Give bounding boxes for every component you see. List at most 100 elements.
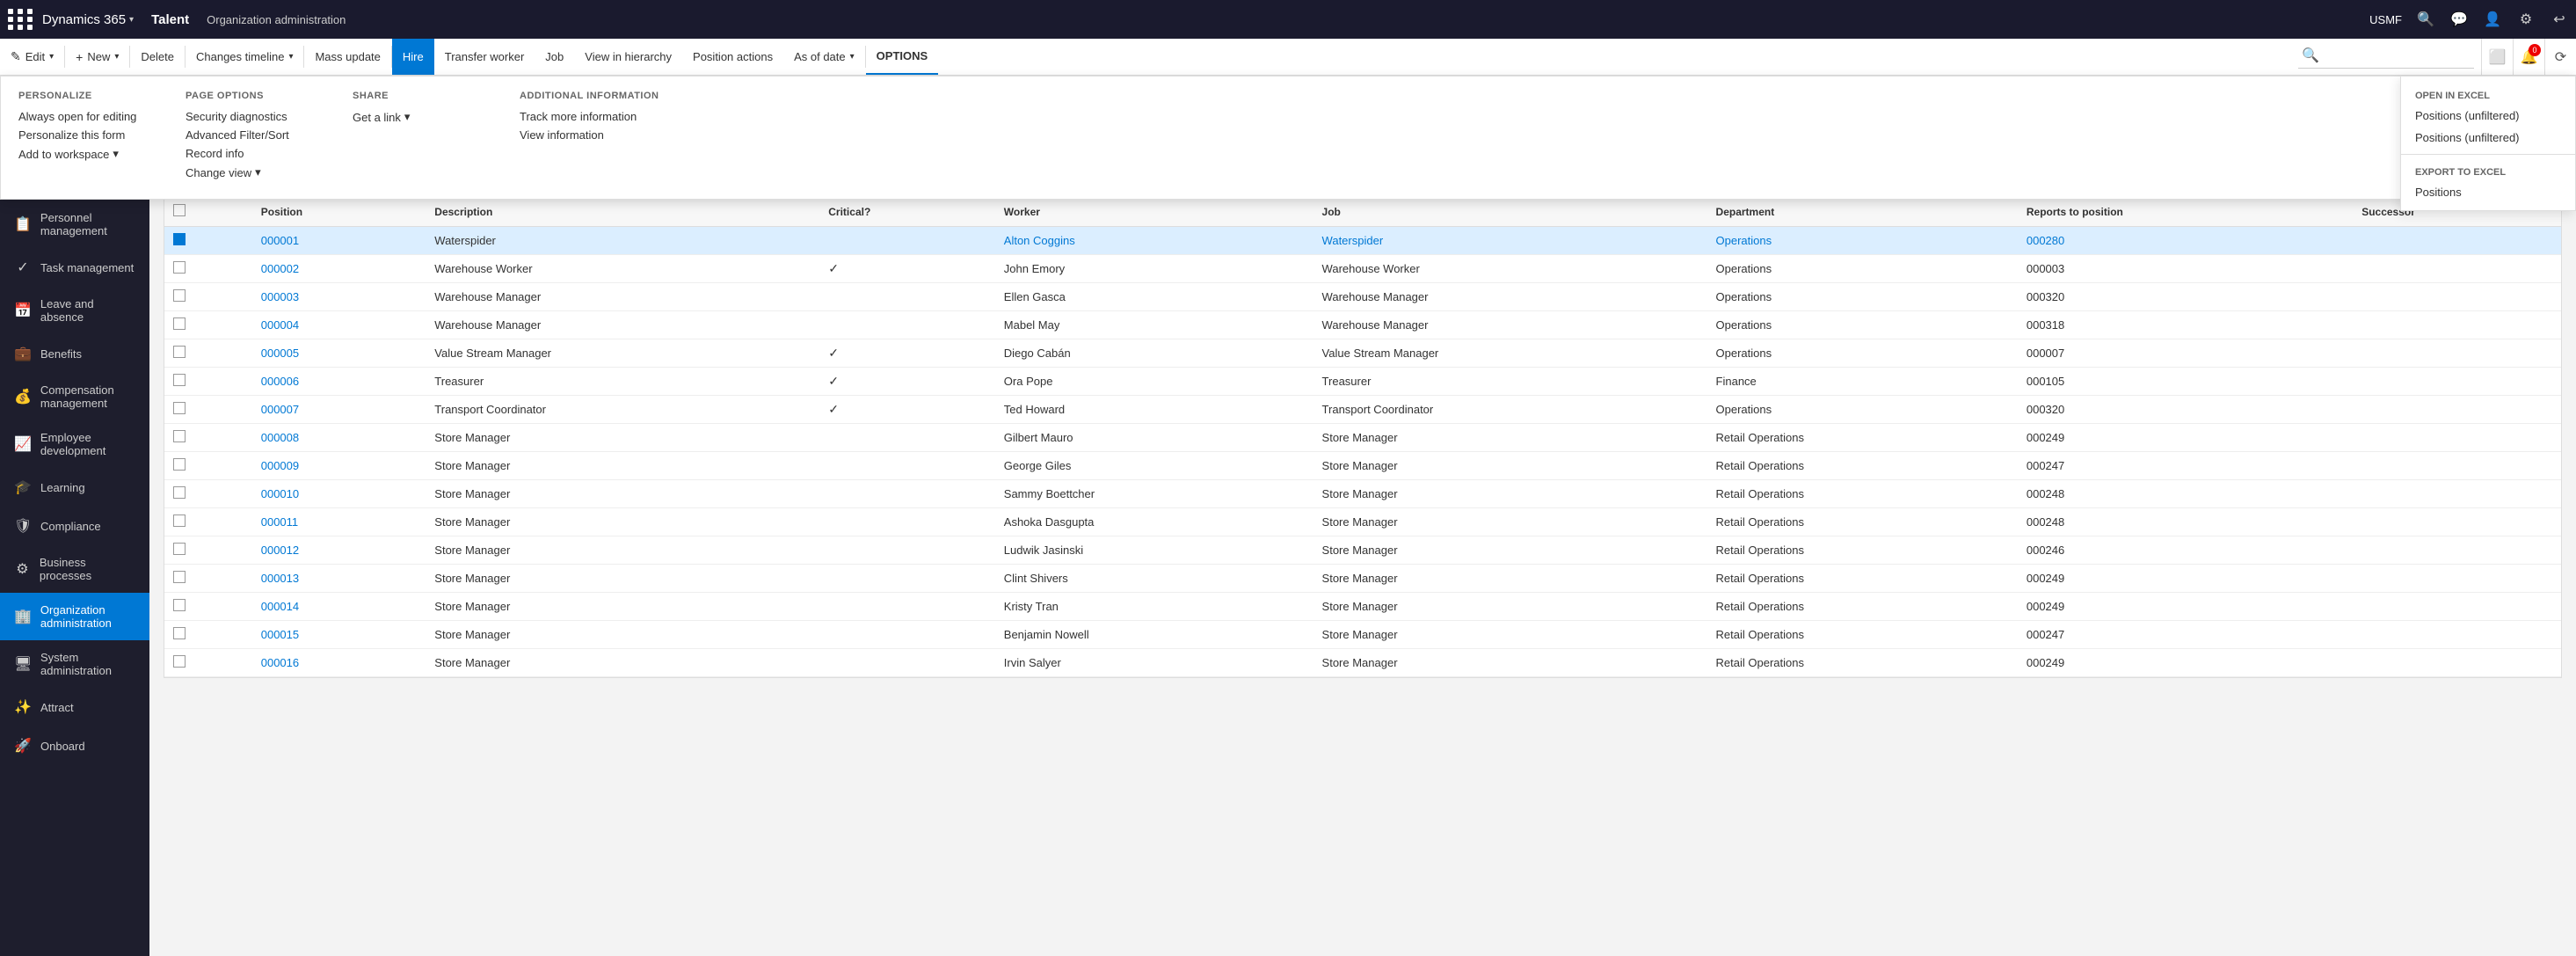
position-id-000008[interactable]: 000008	[252, 424, 426, 452]
job-button[interactable]: Job	[535, 39, 574, 75]
position-id-000013[interactable]: 000013	[252, 565, 426, 593]
department-000006[interactable]: Finance	[1707, 368, 2018, 396]
worker-000006[interactable]: Ora Pope	[995, 368, 1313, 396]
row-check-000005[interactable]	[164, 339, 252, 368]
sidebar-item-onboard[interactable]: 🚀 Onboard	[0, 726, 149, 765]
reports-to-000015[interactable]: 000247	[2018, 621, 2353, 649]
department-000008[interactable]: Retail Operations	[1707, 424, 2018, 452]
position-id-000004[interactable]: 000004	[252, 311, 426, 339]
settings-icon-nav[interactable]: ⚙	[2516, 10, 2536, 29]
mass-update-button[interactable]: Mass update	[304, 39, 390, 75]
position-header[interactable]: Position	[252, 197, 426, 227]
job-header[interactable]: Job	[1313, 197, 1707, 227]
select-all-checkbox[interactable]	[173, 204, 186, 216]
worker-000005[interactable]: Diego Cabán	[995, 339, 1313, 368]
row-check-000004[interactable]	[164, 311, 252, 339]
department-000015[interactable]: Retail Operations	[1707, 621, 2018, 649]
position-id-000015[interactable]: 000015	[252, 621, 426, 649]
worker-000007[interactable]: Ted Howard	[995, 396, 1313, 424]
changes-timeline-button[interactable]: Changes timeline ▾	[186, 39, 303, 75]
worker-000002[interactable]: John Emory	[995, 255, 1313, 283]
edit-button[interactable]: ✎ Edit ▾	[0, 39, 64, 75]
department-000012[interactable]: Retail Operations	[1707, 536, 2018, 565]
critical-header[interactable]: Critical?	[819, 197, 995, 227]
view-information-item[interactable]: View information	[520, 128, 659, 142]
job-000012[interactable]: Store Manager	[1313, 536, 1707, 565]
reports-to-000010[interactable]: 000248	[2018, 480, 2353, 508]
department-000010[interactable]: Retail Operations	[1707, 480, 2018, 508]
export-positions[interactable]: Positions	[2401, 181, 2575, 203]
row-check-000001[interactable]	[164, 227, 252, 255]
restore-icon[interactable]: ⟳	[2544, 39, 2576, 76]
job-000011[interactable]: Store Manager	[1313, 508, 1707, 536]
description-header[interactable]: Description	[426, 197, 819, 227]
reports-to-000007[interactable]: 000320	[2018, 396, 2353, 424]
reports-to-000004[interactable]: 000318	[2018, 311, 2353, 339]
job-000010[interactable]: Store Manager	[1313, 480, 1707, 508]
row-check-000009[interactable]	[164, 452, 252, 480]
brand-chevron[interactable]: ▾	[129, 15, 134, 25]
job-000002[interactable]: Warehouse Worker	[1313, 255, 1707, 283]
position-id-000007[interactable]: 000007	[252, 396, 426, 424]
department-000011[interactable]: Retail Operations	[1707, 508, 2018, 536]
office-icon[interactable]: ⬜	[2481, 39, 2513, 76]
position-id-000002[interactable]: 000002	[252, 255, 426, 283]
position-id-000005[interactable]: 000005	[252, 339, 426, 368]
add-workspace-item[interactable]: Add to workspace ▾	[18, 147, 150, 161]
job-000004[interactable]: Warehouse Manager	[1313, 311, 1707, 339]
chat-icon[interactable]: 💬	[2449, 10, 2469, 29]
sidebar-item-employee-dev[interactable]: 📈 Employee development	[0, 420, 149, 468]
new-button[interactable]: + New ▾	[65, 39, 129, 75]
reports-to-000002[interactable]: 000003	[2018, 255, 2353, 283]
job-000001[interactable]: Waterspider	[1313, 227, 1707, 255]
job-000009[interactable]: Store Manager	[1313, 452, 1707, 480]
reports-to-000005[interactable]: 000007	[2018, 339, 2353, 368]
sidebar-item-compliance[interactable]: 🛡 Compliance	[0, 507, 149, 545]
position-id-000012[interactable]: 000012	[252, 536, 426, 565]
department-000003[interactable]: Operations	[1707, 283, 2018, 311]
reports-to-000012[interactable]: 000246	[2018, 536, 2353, 565]
apps-icon[interactable]	[7, 5, 35, 33]
position-id-000009[interactable]: 000009	[252, 452, 426, 480]
row-check-000003[interactable]	[164, 283, 252, 311]
always-open-item[interactable]: Always open for editing	[18, 110, 150, 123]
row-check-000015[interactable]	[164, 621, 252, 649]
position-id-000010[interactable]: 000010	[252, 480, 426, 508]
sidebar-item-personnel-management[interactable]: 📋 Personnel management	[0, 201, 149, 248]
options-button[interactable]: OPTIONS	[866, 39, 939, 75]
department-000009[interactable]: Retail Operations	[1707, 452, 2018, 480]
transfer-worker-button[interactable]: Transfer worker	[434, 39, 535, 75]
sidebar-item-org-admin[interactable]: 🏢 Organization administration	[0, 593, 149, 640]
record-info-item[interactable]: Record info	[186, 147, 317, 160]
job-000016[interactable]: Store Manager	[1313, 649, 1707, 677]
reports-to-000013[interactable]: 000249	[2018, 565, 2353, 593]
row-check-000002[interactable]	[164, 255, 252, 283]
row-check-000016[interactable]	[164, 649, 252, 677]
sidebar-item-leave-absence[interactable]: 📅 Leave and absence	[0, 287, 149, 334]
worker-000004[interactable]: Mabel May	[995, 311, 1313, 339]
worker-000008[interactable]: Gilbert Mauro	[995, 424, 1313, 452]
positions-unfiltered-1[interactable]: Positions (unfiltered)	[2401, 105, 2575, 127]
department-000002[interactable]: Operations	[1707, 255, 2018, 283]
reports-to-000006[interactable]: 000105	[2018, 368, 2353, 396]
worker-000012[interactable]: Ludwik Jasinski	[995, 536, 1313, 565]
personalize-form-item[interactable]: Personalize this form	[18, 128, 150, 142]
row-check-000011[interactable]	[164, 508, 252, 536]
position-id-000016[interactable]: 000016	[252, 649, 426, 677]
worker-000013[interactable]: Clint Shivers	[995, 565, 1313, 593]
job-000008[interactable]: Store Manager	[1313, 424, 1707, 452]
change-view-item[interactable]: Change view ▾	[186, 165, 317, 179]
row-check-000010[interactable]	[164, 480, 252, 508]
worker-000009[interactable]: George Giles	[995, 452, 1313, 480]
job-000015[interactable]: Store Manager	[1313, 621, 1707, 649]
position-id-000006[interactable]: 000006	[252, 368, 426, 396]
get-link-item[interactable]: Get a link ▾	[353, 110, 484, 124]
worker-000001[interactable]: Alton Coggins	[995, 227, 1313, 255]
delete-button[interactable]: Delete	[130, 39, 185, 75]
worker-000015[interactable]: Benjamin Nowell	[995, 621, 1313, 649]
as-of-date-button[interactable]: As of date ▾	[783, 39, 865, 75]
department-header[interactable]: Department	[1707, 197, 2018, 227]
reports-to-000009[interactable]: 000247	[2018, 452, 2353, 480]
worker-000010[interactable]: Sammy Boettcher	[995, 480, 1313, 508]
worker-header[interactable]: Worker	[995, 197, 1313, 227]
